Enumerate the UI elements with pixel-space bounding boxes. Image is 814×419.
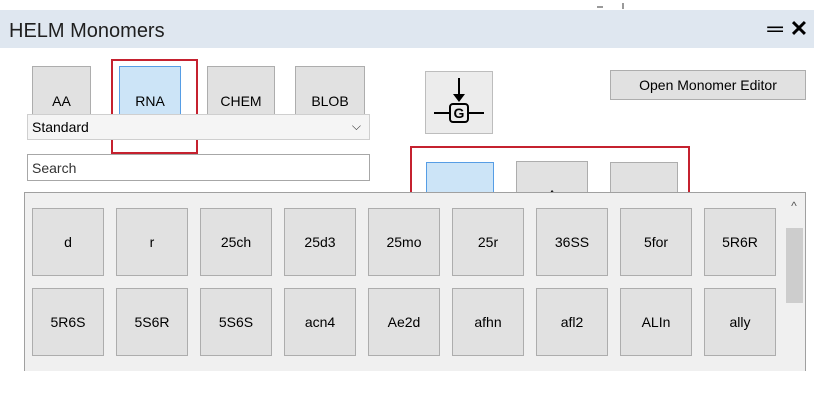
monomer-button[interactable]: afhn <box>452 288 524 356</box>
monomer-label: 36SS <box>554 234 590 250</box>
monomer-label: afl2 <box>560 314 584 330</box>
polymer-type-label: BLOB <box>311 92 349 109</box>
insert-monomer-icon: G <box>434 78 484 123</box>
monomer-button[interactable]: 25ch <box>200 208 272 276</box>
monomer-label: afhn <box>474 314 502 330</box>
chevron-down-icon: ⌵ <box>351 119 361 133</box>
monomer-button[interactable]: 25d3 <box>284 208 356 276</box>
monomer-label: r <box>149 234 155 250</box>
monomer-button[interactable]: 5S6R <box>116 288 188 356</box>
monomer-button[interactable]: 25mo <box>368 208 440 276</box>
monomer-label: 5R6S <box>50 314 86 330</box>
monomer-set-value: Standard <box>32 119 89 135</box>
minimize-button[interactable]: ═ <box>764 16 786 41</box>
monomer-label: 25ch <box>220 234 252 250</box>
close-icon: ✕ <box>789 16 809 41</box>
monomer-label: d <box>64 234 72 250</box>
monomer-label: 5R6R <box>722 234 758 250</box>
monomer-button[interactable]: ally <box>704 288 776 356</box>
monomer-label: ALIn <box>641 314 671 330</box>
insert-monomer-icon-letter: G <box>454 105 465 121</box>
monomer-button[interactable]: afl2 <box>536 288 608 356</box>
monomer-label: 25r <box>477 234 499 250</box>
decoration-mark <box>597 6 603 8</box>
scroll-thumb[interactable] <box>786 228 803 303</box>
title-bar: HELM Monomers ═ ✕ <box>0 10 814 48</box>
monomer-label: 5S6S <box>218 314 254 330</box>
monomer-button[interactable]: Ae2d <box>368 288 440 356</box>
polymer-type-label: CHEM <box>220 92 262 109</box>
window-title: HELM Monomers <box>9 20 165 42</box>
monomer-button[interactable]: 5for <box>620 208 692 276</box>
monomer-label: 25mo <box>386 234 422 250</box>
monomer-label: Ae2d <box>387 314 421 330</box>
monomer-button[interactable]: 25r <box>452 208 524 276</box>
decoration-mark <box>622 3 624 9</box>
monomer-button[interactable]: 5R6R <box>704 208 776 276</box>
monomer-button[interactable]: r <box>116 208 188 276</box>
monomer-grid-area: d r 25ch 25d3 25mo 25r 36SS 5for 5R6R 5R… <box>24 192 806 371</box>
vertical-scrollbar[interactable]: ^ <box>783 193 805 371</box>
monomer-label: 5for <box>643 234 669 250</box>
open-monomer-editor-button[interactable]: Open Monomer Editor <box>610 70 806 100</box>
monomer-grid: d r 25ch 25d3 25mo 25r 36SS 5for 5R6R 5R… <box>32 208 776 356</box>
insert-monomer-button[interactable]: G <box>425 71 493 134</box>
scroll-up-icon[interactable]: ^ <box>783 195 805 213</box>
monomer-button[interactable]: 5R6S <box>32 288 104 356</box>
polymer-type-label: AA <box>52 92 71 109</box>
top-strip <box>0 0 814 10</box>
monomer-button[interactable]: 5S6S <box>200 288 272 356</box>
monomer-set-select[interactable]: Standard ⌵ <box>27 114 370 140</box>
monomer-label: 5S6R <box>134 314 170 330</box>
monomer-label: ally <box>729 314 751 330</box>
monomer-label: 25d3 <box>304 234 336 250</box>
monomer-button[interactable]: 36SS <box>536 208 608 276</box>
monomer-button[interactable]: d <box>32 208 104 276</box>
monomer-button[interactable]: acn4 <box>284 288 356 356</box>
open-monomer-editor-label: Open Monomer Editor <box>639 77 777 93</box>
minimize-icon: ═ <box>767 16 783 41</box>
search-input[interactable] <box>27 154 370 181</box>
monomer-button[interactable]: ALIn <box>620 288 692 356</box>
monomer-label: acn4 <box>304 314 336 330</box>
close-button[interactable]: ✕ <box>788 16 810 41</box>
